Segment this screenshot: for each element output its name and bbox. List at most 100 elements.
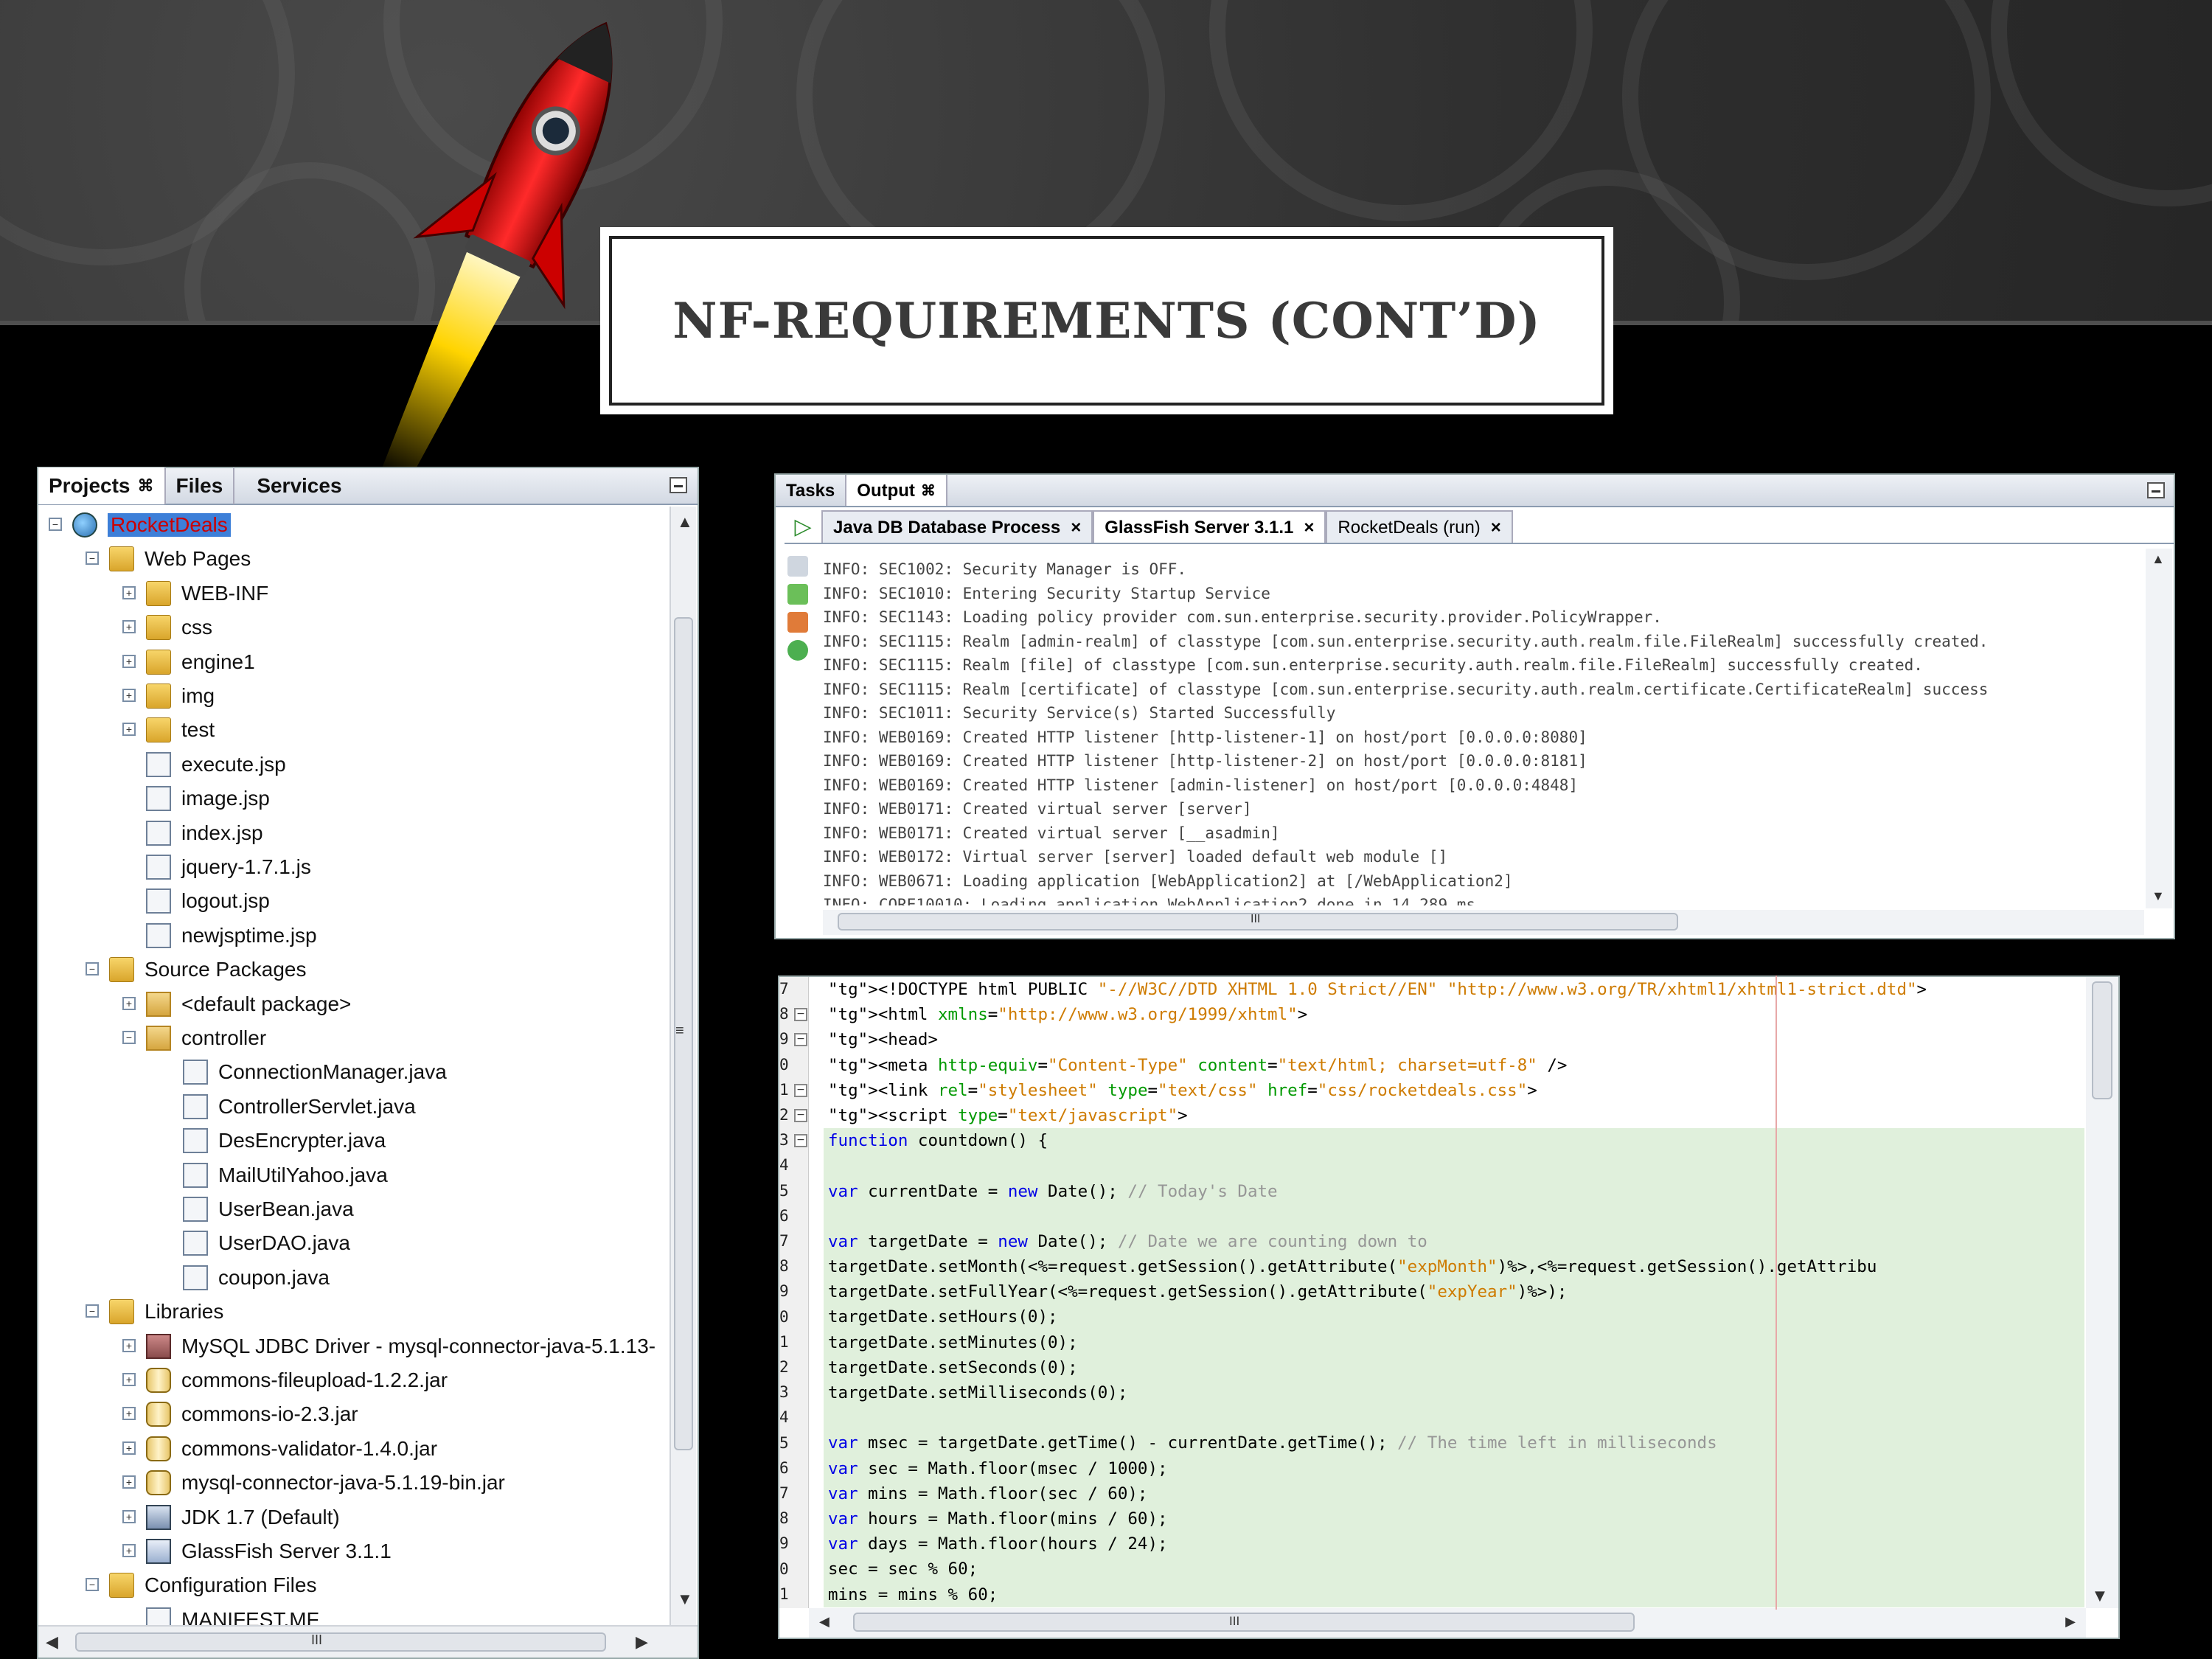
tree-expander-icon[interactable]: + [122,723,136,737]
tree-node[interactable]: UserDAO.java [183,1226,350,1260]
tree-expander-icon[interactable]: + [122,1338,136,1352]
tree-node[interactable]: GlassFish Server 3.1.1 [146,1534,392,1568]
horizontal-scrollbar[interactable]: ◀ III ▶ [809,1608,2086,1638]
scroll-right-icon[interactable]: ▶ [2065,1614,2076,1630]
tree-node-label: commons-fileupload-1.2.2.jar [181,1368,448,1391]
tree-expander-icon[interactable]: − [86,552,99,566]
stop-icon[interactable] [787,556,808,577]
tree-node[interactable]: ControllerServlet.java [183,1090,416,1124]
tree-node[interactable]: coupon.java [183,1261,330,1295]
tree-node[interactable]: ConnectionManager.java [183,1055,447,1089]
tree-node[interactable]: Web Pages [109,542,251,576]
close-icon[interactable]: ⌘ [138,467,154,504]
run-icon[interactable]: ▷ [785,510,821,543]
tree-node[interactable]: img [146,679,215,713]
tree-expander-icon[interactable]: + [122,620,136,634]
tree-node[interactable]: UserBean.java [183,1192,354,1226]
tree-expander-icon[interactable]: + [122,585,136,599]
fold-toggle-icon[interactable]: − [794,1109,807,1122]
tree-node[interactable]: Configuration Files [109,1568,316,1602]
vertical-scrollbar[interactable]: ▲ ≡ ▼ [669,507,696,1625]
tree-node[interactable]: JDK 1.7 (Default) [146,1500,340,1534]
code-editor[interactable]: 7 8−9−0 1−2−3−4 5 6 7 8 9 0 1 2 3 4 5 6 7 8 9 0 1 "tg"><!DO… [778,975,2120,1639]
scroll-up-icon[interactable]: ▲ [677,512,693,532]
scroll-down-icon[interactable]: ▼ [2095,1588,2105,1604]
tree-node[interactable]: execute.jsp [146,748,286,782]
horizontal-scrollbar[interactable]: ◀ III ▶ [38,1625,698,1658]
tree-expander-icon[interactable]: + [122,1475,136,1489]
subtab-label: RocketDeals (run) [1338,518,1481,538]
scroll-left-icon[interactable]: ◀ [46,1632,58,1652]
scroll-right-icon[interactable]: ▶ [636,1632,648,1652]
close-icon[interactable]: × [1491,512,1501,543]
scroll-left-icon[interactable]: ◀ [819,1614,830,1630]
fold-toggle-icon[interactable]: − [794,1134,807,1148]
subtab-java-db[interactable]: Java DB Database Process × [821,510,1093,543]
tab-projects[interactable]: Projects ⌘ [38,467,166,504]
tree-node[interactable]: mysql-connector-java-5.1.19-bin.jar [146,1466,505,1500]
tab-services[interactable]: Services [234,467,352,504]
subtab-glassfish[interactable]: GlassFish Server 3.1.1 × [1093,510,1326,543]
tree-expander-icon[interactable]: + [122,689,136,702]
tree-expander-icon[interactable]: + [122,996,136,1010]
tree-node[interactable]: Libraries [109,1295,223,1329]
tree-expander-icon[interactable]: + [122,1544,136,1557]
tree-node[interactable]: index.jsp [146,816,263,850]
tree-expander-icon[interactable]: − [86,962,99,976]
refresh-icon[interactable] [787,640,808,661]
minimize-icon[interactable] [669,477,687,493]
line-number: 9 [779,1030,789,1048]
close-icon[interactable]: × [1304,512,1314,543]
clear-icon[interactable] [787,612,808,633]
fold-toggle-icon[interactable]: − [794,1033,807,1047]
vertical-scrollbar[interactable]: ▲ ▼ [2146,549,2172,908]
scroll-up-icon[interactable]: ▲ [2152,552,2165,567]
tree-node[interactable]: jquery-1.7.1.js [146,850,311,884]
tab-output[interactable]: Output ⌘ [846,475,947,506]
tree-node[interactable]: WEB-INF [146,577,268,611]
scrollbar-thumb[interactable] [853,1613,1635,1632]
scrollbar-thumb[interactable] [75,1632,606,1652]
tree-node[interactable]: MailUtilYahoo.java [183,1158,388,1192]
vertical-scrollbar[interactable]: ▼ [2086,977,2118,1608]
tree-node[interactable]: test [146,713,215,747]
tree-expander-icon[interactable]: + [122,1509,136,1523]
scroll-down-icon[interactable]: ▼ [677,1590,693,1609]
tree-expander-icon[interactable]: − [122,1031,136,1044]
tree-node[interactable]: commons-fileupload-1.2.2.jar [146,1363,448,1397]
tree-expander-icon[interactable]: − [49,518,62,531]
tree-node[interactable]: newjsptime.jsp [146,919,317,953]
tree-expander-icon[interactable]: + [122,1407,136,1421]
tab-tasks[interactable]: Tasks [776,475,847,506]
minimize-icon[interactable] [2147,482,2165,498]
tree-node[interactable]: image.jsp [146,782,270,815]
tree-node[interactable]: MySQL JDBC Driver - mysql-connector-java… [146,1329,655,1363]
tree-expander-icon[interactable]: − [86,1578,99,1592]
tree-node[interactable]: MANIFEST.MF [146,1603,319,1625]
tree-node[interactable]: logout.jsp [146,884,270,918]
tree-expander-icon[interactable]: + [122,1441,136,1455]
close-icon[interactable]: ⌘ [921,475,936,506]
code-area[interactable]: "tg"><!DOCTYPE html PUBLIC "-//W3C//DTD … [824,977,2084,1608]
fold-toggle-icon[interactable]: − [794,1008,807,1022]
tree-node[interactable]: engine1 [146,645,255,679]
tree-node[interactable]: RocketDeals [72,508,231,542]
scrollbar-thumb[interactable] [2092,981,2112,1099]
close-icon[interactable]: × [1071,512,1081,543]
tree-expander-icon[interactable]: + [122,654,136,668]
tab-files[interactable]: Files [166,467,235,504]
tree-node[interactable]: Source Packages [109,953,306,987]
tree-node[interactable]: commons-io-2.3.jar [146,1397,358,1431]
tree-expander-icon[interactable]: + [122,1373,136,1386]
subtab-rocketdeals-run[interactable]: RocketDeals (run) × [1326,510,1513,543]
tree-node[interactable]: DesEncrypter.java [183,1124,386,1158]
scroll-down-icon[interactable]: ▼ [2152,888,2165,904]
tree-node[interactable]: css [146,611,212,644]
fold-toggle-icon[interactable]: − [794,1083,807,1097]
tree-node[interactable]: controller [146,1021,266,1055]
rerun-icon[interactable] [787,584,808,605]
horizontal-scrollbar[interactable]: III [823,910,2144,935]
tree-node[interactable]: <default package> [146,987,351,1021]
tree-expander-icon[interactable]: − [86,1304,99,1318]
tree-node[interactable]: commons-validator-1.4.0.jar [146,1432,437,1466]
